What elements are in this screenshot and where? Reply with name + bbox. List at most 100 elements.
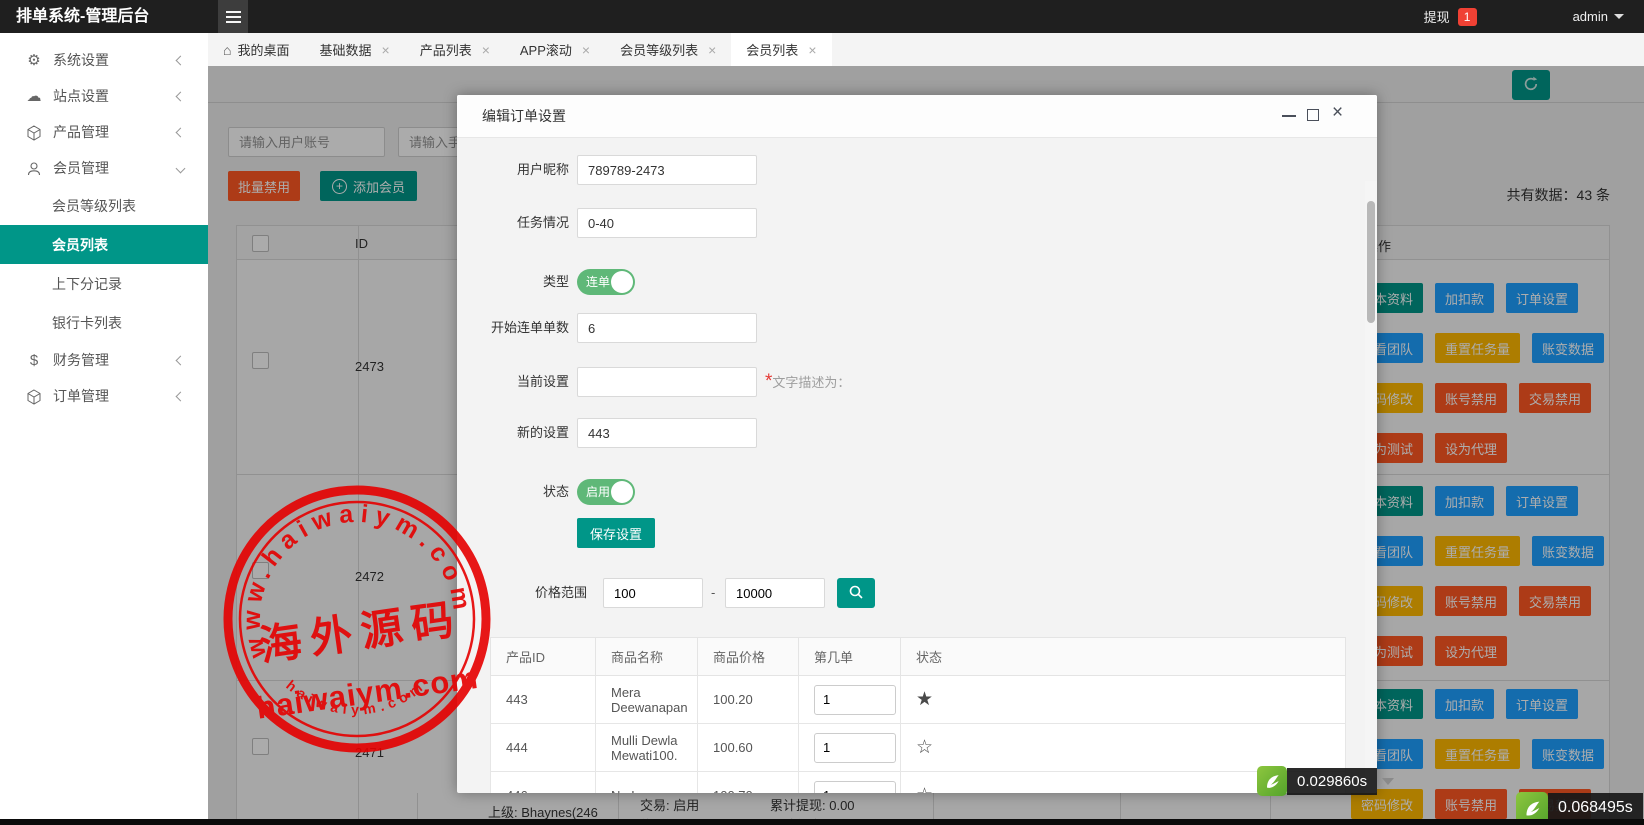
chevron-down-icon — [176, 163, 186, 173]
col-status: 状态 — [901, 638, 1346, 676]
type-label: 类型 — [457, 267, 569, 297]
tab-label: 基础数据 — [319, 40, 371, 59]
sidebar-item-label: 产品管理 — [53, 122, 109, 142]
price-max-input[interactable] — [725, 578, 825, 608]
edit-order-settings-modal: 编辑订单设置 × 用户昵称 任务情况 类型 连单 开始连单单数 — [457, 95, 1377, 793]
search-icon — [848, 584, 864, 603]
price-search-button[interactable] — [837, 578, 875, 608]
close-icon[interactable]: × — [382, 43, 390, 57]
task-status-input[interactable] — [577, 208, 757, 238]
leaf-icon — [1257, 766, 1287, 796]
close-icon[interactable]: × — [582, 43, 590, 57]
star-icon[interactable]: ☆ — [916, 737, 933, 758]
current-setting-input[interactable] — [577, 367, 757, 397]
dollar-icon: $ — [24, 352, 44, 369]
cube-icon — [24, 123, 44, 140]
tab-app-scroll[interactable]: APP滚动 × — [505, 33, 605, 66]
sidebar-item-score-records[interactable]: 上下分记录 — [0, 264, 208, 303]
sidebar-subitem-label: 银行卡列表 — [52, 313, 122, 333]
cell-product-price: 100.20 — [698, 676, 799, 724]
chevron-left-icon — [176, 355, 186, 365]
cell-product-price: 100.60 — [698, 724, 799, 772]
chevron-down-icon[interactable] — [1382, 778, 1394, 785]
sidebar-item-finance-management[interactable]: $ 财务管理 — [0, 342, 208, 378]
chevron-left-icon — [176, 55, 186, 65]
order-number-input[interactable] — [814, 733, 896, 763]
sidebar-subitem-label: 会员列表 — [52, 235, 108, 255]
minimize-icon[interactable] — [1282, 115, 1296, 117]
chevron-left-icon — [176, 391, 186, 401]
order-number-input[interactable] — [814, 781, 896, 794]
col-product-price: 商品价格 — [698, 638, 799, 676]
start-count-input[interactable] — [577, 313, 757, 343]
chevron-down-icon — [1614, 14, 1624, 19]
cloud-icon: ☁ — [24, 87, 44, 105]
cube-icon — [24, 387, 44, 404]
price-min-input[interactable] — [603, 578, 703, 608]
menu-toggle-icon[interactable] — [218, 0, 248, 33]
sidebar-item-member-management[interactable]: 会员管理 — [0, 150, 208, 186]
tab-label: APP滚动 — [520, 40, 572, 59]
close-icon[interactable]: × — [708, 43, 716, 57]
type-toggle-label: 连单 — [586, 269, 610, 295]
tab-member-level-list[interactable]: 会员等级列表 × — [605, 33, 731, 66]
sidebar-item-member-level-list[interactable]: 会员等级列表 — [0, 186, 208, 225]
sidebar-item-product-management[interactable]: 产品管理 — [0, 114, 208, 150]
nickname-label: 用户昵称 — [457, 155, 569, 185]
withdraw-link[interactable]: 提现 — [1424, 7, 1450, 26]
page-bottom-edge — [0, 819, 1644, 825]
cell-product-name: No Love — [596, 772, 698, 794]
close-icon[interactable]: × — [482, 43, 490, 57]
gear-icon: ⚙ — [24, 51, 44, 69]
modal-body: 用户昵称 任务情况 类型 连单 开始连单单数 当前设置 * — [457, 138, 1377, 793]
sidebar-item-label: 财务管理 — [53, 350, 109, 370]
tab-label: 产品列表 — [420, 40, 472, 59]
tab-label: 会员列表 — [746, 40, 798, 59]
topbar: 排单系统-管理后台 提现 1 admin — [0, 0, 1644, 33]
star-icon[interactable]: ☆ — [916, 785, 933, 793]
start-count-label: 开始连单单数 — [457, 313, 569, 343]
tab-member-list[interactable]: 会员列表 × — [731, 33, 831, 66]
tab-basic-data[interactable]: 基础数据 × — [304, 33, 404, 66]
status-label: 状态 — [457, 477, 569, 507]
app-title: 排单系统-管理后台 — [16, 0, 149, 33]
star-icon[interactable]: ★ — [916, 689, 933, 710]
user-icon — [24, 159, 44, 176]
close-icon[interactable]: × — [808, 43, 816, 57]
type-toggle[interactable]: 连单 — [577, 269, 635, 295]
chevron-left-icon — [176, 127, 186, 137]
cell-product-id: 443 — [491, 676, 596, 724]
cell-product-name: Mulli Dewla Mewati100. — [596, 724, 698, 772]
tab-my-desktop[interactable]: ⌂ 我的桌面 — [208, 33, 304, 66]
sidebar-subitem-label: 上下分记录 — [52, 274, 122, 294]
save-settings-button[interactable]: 保存设置 — [577, 518, 655, 548]
close-icon[interactable]: × — [1332, 103, 1343, 122]
sidebar-item-member-list[interactable]: 会员列表 — [0, 225, 208, 264]
nickname-input[interactable] — [577, 155, 757, 185]
modal-titlebar: 编辑订单设置 × — [457, 95, 1377, 138]
sidebar-item-site-settings[interactable]: ☁ 站点设置 — [0, 78, 208, 114]
order-number-input[interactable] — [814, 685, 896, 715]
maximize-icon[interactable] — [1307, 109, 1319, 121]
perf-badge: 0.029860s — [1257, 766, 1394, 796]
table-row: 446 No Love 100.70 ☆ — [491, 772, 1346, 794]
tab-product-list[interactable]: 产品列表 × — [405, 33, 505, 66]
price-range-label: 价格范围 — [457, 578, 587, 608]
tab-label: 会员等级列表 — [620, 40, 698, 59]
sidebar-item-bank-card-list[interactable]: 银行卡列表 — [0, 303, 208, 342]
chevron-left-icon — [176, 91, 186, 101]
admin-menu[interactable]: admin — [1573, 9, 1624, 24]
sidebar-item-order-management[interactable]: 订单管理 — [0, 378, 208, 414]
col-product-id: 产品ID — [491, 638, 596, 676]
task-status-label: 任务情况 — [457, 208, 569, 238]
current-setting-label: 当前设置 — [457, 367, 569, 397]
product-settings-table: 产品ID 商品名称 商品价格 第几单 状态 443 Mera Deewanapa… — [490, 637, 1346, 793]
new-setting-input[interactable] — [577, 418, 757, 448]
status-toggle[interactable]: 启用 — [577, 479, 635, 505]
tabbar: ⌂ 我的桌面 基础数据 × 产品列表 × APP滚动 × 会员等级列表 × 会员列表 × — [208, 33, 1644, 66]
sidebar-item-system-settings[interactable]: ⚙ 系统设置 — [0, 42, 208, 78]
table-row: 443 Mera Deewanapan 100.20 ★ — [491, 676, 1346, 724]
tab-label: 我的桌面 — [237, 40, 289, 59]
modal-scrollbar-thumb[interactable] — [1367, 201, 1375, 323]
cell-product-id: 446 — [491, 772, 596, 794]
